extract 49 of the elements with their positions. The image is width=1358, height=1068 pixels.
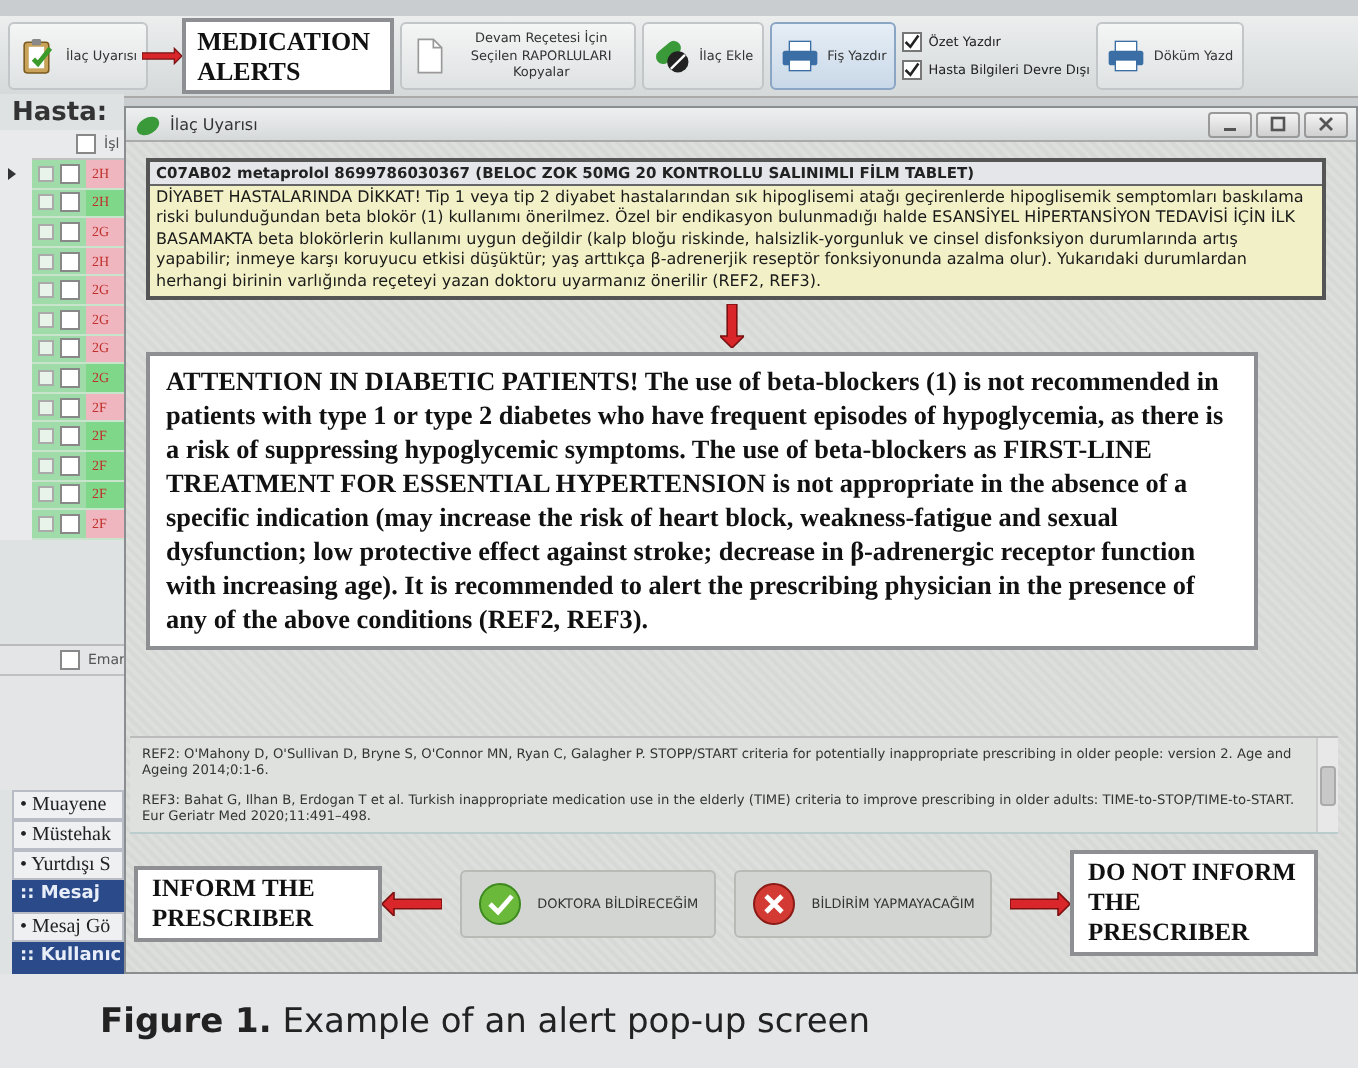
close-icon xyxy=(1318,116,1334,132)
patient-label: Hasta: xyxy=(10,96,110,130)
menu-header: :: Kullanıc xyxy=(12,942,124,974)
callout-arrow xyxy=(720,303,744,348)
menu-header: :: Mesaj xyxy=(12,880,124,912)
callout-label: INFORM THE PRESCRIBER xyxy=(134,865,382,941)
checkbox[interactable] xyxy=(60,163,80,184)
maximize-button[interactable] xyxy=(1256,111,1300,137)
checkbox[interactable] xyxy=(60,192,80,213)
menu-item[interactable]: • Yurtdışı S xyxy=(12,850,124,880)
checkbox[interactable] xyxy=(60,484,80,505)
checkbox[interactable] xyxy=(60,513,80,534)
clipboard-icon xyxy=(18,36,58,76)
checkbox[interactable] xyxy=(60,426,80,447)
callout-arrow xyxy=(382,891,442,915)
minimize-button[interactable] xyxy=(1208,111,1252,137)
figure-caption: Figure 1. Example of an alert pop-up screen xyxy=(100,1001,871,1041)
scrollbar[interactable] xyxy=(1316,738,1338,832)
capsule-icon xyxy=(134,112,162,136)
scroll-thumb[interactable] xyxy=(1320,765,1336,806)
checkbox[interactable] xyxy=(60,309,80,330)
checkbox[interactable] xyxy=(60,251,80,272)
pills-icon xyxy=(651,36,692,76)
translation-callout: ATTENTION IN DIABETIC PATIENTS! The use of beta-blockers (1) is not recommended in patients with type 1 or type 2 diabetes who have frequent episodes of hypoglycemia, as there is a risk of suppressing hypoglycemic symptoms. The use of beta-blockers as FIRST-LINE TREATMENT FOR ESSENTIAL HYPERTENSION is not appropriate in the absence of a specific indication (may increase the risk of heart block, weakness-fatigue and sexual dysfunction; low protective effect against stroke; decrease in β-adrenergic receptor function with increasing age). It is recommended to alert the prescribing physician in the presence of any of the above conditions (REF2, REF3). xyxy=(146,351,1258,650)
callout-label: MEDICATION ALERTS xyxy=(181,18,394,94)
menu-item[interactable]: • Müstehak xyxy=(12,820,124,850)
checkbox[interactable] xyxy=(60,397,80,418)
checkmark-icon xyxy=(477,881,522,925)
menu-item[interactable]: • Mesaj Gö xyxy=(12,912,124,942)
checkbox[interactable] xyxy=(60,338,80,359)
callout-arrow xyxy=(141,46,182,66)
checkbox[interactable] xyxy=(902,32,923,52)
close-button[interactable] xyxy=(1304,111,1348,137)
callout-arrow xyxy=(1010,891,1070,915)
callout-label: DO NOT INFORM THE PRESCRIBER xyxy=(1070,850,1318,956)
checkbox[interactable] xyxy=(60,649,80,670)
menu-item[interactable]: • Muayene xyxy=(12,790,124,820)
printer-icon xyxy=(779,36,820,76)
cross-icon xyxy=(751,881,796,925)
checkbox[interactable] xyxy=(60,221,80,242)
checkbox[interactable] xyxy=(902,60,923,80)
checkbox[interactable] xyxy=(60,367,80,388)
window-title: İlaç Uyarısı xyxy=(170,115,260,133)
printer-icon xyxy=(1105,36,1146,76)
checkbox[interactable] xyxy=(60,455,80,476)
checkbox[interactable] xyxy=(76,134,96,154)
maximize-icon xyxy=(1270,116,1286,132)
checkbox[interactable] xyxy=(60,280,80,301)
alert-text: DİYABET HASTALARINDA DİKKAT! Tip 1 veya tip 2 diyabet hastalarından sık hipoglisemi atağı geçirenlerde hipoglisemik semptomları baskılama riski bulunduğundan beta blokör (1) kullanımı önerilmez. Özel bir endikasyon bulunmadığı halde ESANSİYEL HİPERTANSİYON TEDAVİSİ İÇİN İLK BASAMAKTA beta blokörlerin kullanımı uygun değildir (kalp bloğu riskinde, halsizlik-yorgunluk ve cinsel disfonksiyon durumlarında artış yapabilir; inmeye karşı koruyucu etkisi düşüktür; yaş arttıkça β-adrenerjik reseptör fonksiyonunda azalma olur). Yukarıdaki durumlardan herhangi birinin varlığında reçeteyi yazan doktoru uyarmanız önerilir (REF2, REF3). xyxy=(154,186,1306,294)
